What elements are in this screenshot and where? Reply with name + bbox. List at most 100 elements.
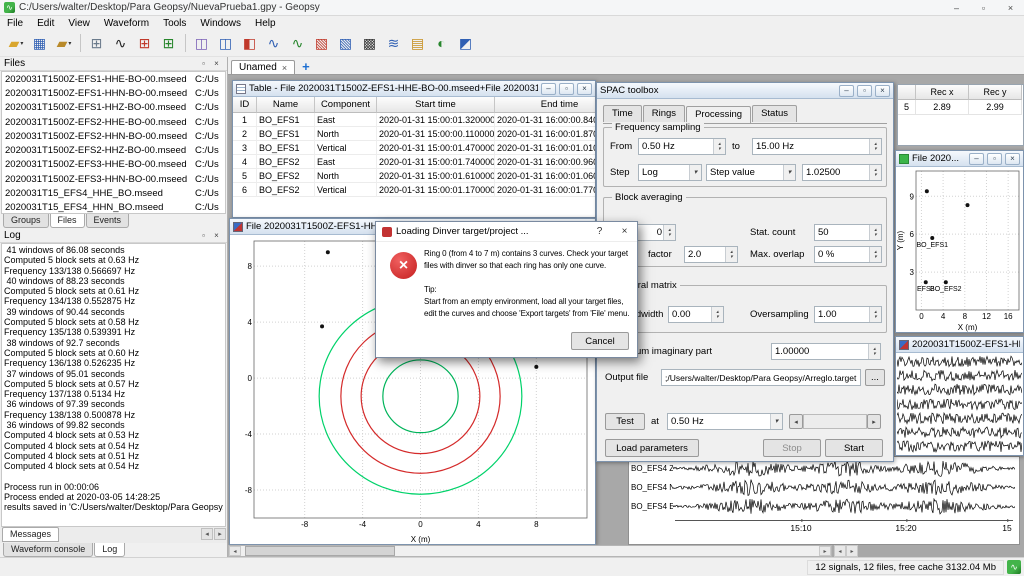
file-row[interactable]: 2020031T1500Z-EFS3-HHN-BO-00.mseed C:/Us	[2, 172, 225, 186]
signal-viewer-icon[interactable]: ∿	[262, 32, 286, 54]
workspace-tab[interactable]: Unamed ×	[231, 60, 295, 74]
table-row[interactable]: 5 BO_EFS2 North 2020-01-31 15:00:01.6100…	[233, 169, 595, 183]
close-button[interactable]: ×	[997, 0, 1024, 15]
tab-processing[interactable]: Processing	[686, 106, 751, 123]
seismogram-trace[interactable]	[673, 460, 1015, 477]
tab-scroll-right-icon[interactable]	[214, 528, 226, 540]
trace-row[interactable]: BO_EFS4 N	[629, 478, 1019, 497]
menu-item[interactable]: View	[61, 16, 97, 30]
seismogram-trace[interactable]	[673, 479, 1015, 496]
imaginary-part-spinner[interactable]: 1.00000	[771, 343, 881, 360]
files-panel-header[interactable]: Files ▫ ×	[0, 57, 227, 71]
minimize-button[interactable]: –	[943, 0, 970, 15]
test-button[interactable]: Test	[605, 413, 645, 430]
spectrum-tool-icon[interactable]: ≋	[382, 32, 406, 54]
stop-button[interactable]: Stop	[763, 439, 821, 457]
file-row[interactable]: 2020031T15_EFS4_HHN_BO.mseed C:/Us	[2, 201, 225, 214]
table-row[interactable]: 6 BO_EFS2 Vertical 2020-01-31 15:00:01.1…	[233, 183, 595, 197]
factor-spinner[interactable]: 2.0	[684, 246, 738, 263]
help-icon[interactable]: ?	[589, 223, 610, 240]
spac-toolbox-window[interactable]: SPAC toolbox – ▫ × Time Rings Processing…	[596, 82, 894, 462]
spac-titlebar[interactable]: SPAC toolbox – ▫ ×	[597, 83, 893, 99]
file-row[interactable]: 2020031T1500Z-EFS2-HHN-BO-00.mseed C:/Us	[2, 129, 225, 143]
import-signals-icon[interactable]: ▰▾	[52, 32, 76, 54]
receiver-row[interactable]: 5 2.89 2.99	[898, 100, 1023, 115]
save-icon[interactable]: ▦	[28, 32, 52, 54]
menu-item[interactable]: Tools	[156, 16, 193, 30]
float-icon[interactable]: ▫	[197, 59, 210, 68]
trace-row[interactable]: BO_EFS4 E	[629, 497, 1019, 516]
table-header[interactable]: ID Name Component Start time End time	[233, 97, 595, 113]
log-output[interactable]: 41 windows of 86.08 secondsComputed 5 bl…	[1, 243, 226, 527]
seismogram-trace[interactable]	[673, 498, 1015, 515]
receivers-table[interactable]: Rec x Rec y 5 2.89 2.99	[897, 84, 1024, 146]
seismogram-traces[interactable]	[896, 353, 1023, 455]
table-row[interactable]: 1 BO_EFS1 East 2020-01-31 15:00:01.32000…	[233, 113, 595, 127]
tab-time[interactable]: Time	[603, 105, 642, 122]
minimize-icon[interactable]: –	[541, 83, 556, 95]
freq-to-spinner[interactable]: 15.00 Hz	[752, 138, 882, 155]
files-list[interactable]: 2020031T1500Z-EFS1-HHE-BO-00.mseed C:/Us…	[1, 71, 226, 214]
file-row[interactable]: 2020031T15_EFS4_HHE_BO.mseed C:/Us	[2, 186, 225, 200]
tab-rings[interactable]: Rings	[643, 105, 685, 122]
file-row[interactable]: 2020031T1500Z-EFS2-HHZ-BO-00.mseed C:/Us	[2, 143, 225, 157]
close-icon[interactable]: ×	[577, 83, 592, 95]
map-window[interactable]: File 2020... – ▫ × 0481216369BO_EFS1EFS3…	[895, 150, 1024, 333]
file-row[interactable]: 2020031T1500Z-EFS1-HHN-BO-00.mseed C:/Us	[2, 86, 225, 100]
tab-close-icon[interactable]: ×	[282, 63, 287, 73]
tool-blue-icon[interactable]: ▧	[334, 32, 358, 54]
tab-events[interactable]: Events	[86, 214, 130, 228]
tab-groups[interactable]: Groups	[3, 214, 49, 228]
log-panel-header[interactable]: Log ▫ ×	[0, 229, 227, 243]
tab-scroll-left-icon[interactable]	[201, 528, 213, 540]
scroll-left-icon[interactable]	[229, 546, 241, 556]
scrollbar-thumb[interactable]	[245, 546, 395, 556]
signal-table[interactable]: 1 BO_EFS1 East 2020-01-31 15:00:01.32000…	[233, 113, 595, 197]
table-row[interactable]: 4 BO_EFS2 East 2020-01-31 15:00:01.74000…	[233, 155, 595, 169]
signal-traces-panel[interactable]: BO_EFS4 Z BO_EFS4 N BO_EFS4 E	[628, 456, 1020, 545]
scroll-right-icon[interactable]	[819, 546, 831, 556]
close-icon[interactable]: ×	[210, 231, 223, 240]
maximize-icon[interactable]: ▫	[987, 153, 1002, 165]
maximize-icon[interactable]: ▫	[857, 85, 872, 97]
seismogram-titlebar[interactable]: 2020031T1500Z-EFS1-HHN-B	[896, 337, 1023, 353]
load-parameters-button[interactable]: Load parameters	[605, 439, 699, 457]
cancel-button[interactable]: Cancel	[571, 332, 629, 350]
test-frequency-select[interactable]: 0.50 Hz	[667, 413, 783, 430]
map-viewer-icon[interactable]: ◫	[214, 32, 238, 54]
close-icon[interactable]: ×	[875, 85, 890, 97]
new-tab-button[interactable]: +	[295, 59, 317, 74]
dinver-warning-dialog[interactable]: Loading Dinver target/project ... ? × Ri…	[375, 221, 638, 358]
freq-from-spinner[interactable]: 0.50 Hz	[638, 138, 726, 155]
step-type-select[interactable]: Log	[638, 164, 702, 181]
close-icon[interactable]: ×	[1005, 153, 1020, 165]
chronogram-icon[interactable]: ◧	[238, 32, 262, 54]
menu-item[interactable]: Edit	[30, 16, 61, 30]
table-red-icon[interactable]: ⊞	[133, 32, 157, 54]
table-row[interactable]: 3 BO_EFS1 Vertical 2020-01-31 15:00:01.4…	[233, 141, 595, 155]
output-file-field[interactable]: ;/Users/walter/Desktop/Para Geopsy/Arreg…	[661, 369, 861, 386]
table-window-titlebar[interactable]: Table - File 2020031T1500Z-EFS1-HHE-BO-0…	[233, 81, 595, 97]
station-map-plot[interactable]: 0481216369BO_EFS1EFS3BO_EFS2X (m)Y (m)	[896, 167, 1023, 332]
subwindow-icon[interactable]: ◫	[190, 32, 214, 54]
next-icon[interactable]	[846, 545, 858, 557]
close-icon[interactable]: ×	[210, 59, 223, 68]
spac-tool-icon[interactable]: ◐	[430, 32, 454, 54]
title-bar[interactable]: C:/Users/walter/Desktop/Para Geopsy/Nuev…	[0, 0, 1024, 16]
seismogram-window[interactable]: 2020031T1500Z-EFS1-HHN-B	[895, 336, 1024, 456]
array-tool-icon[interactable]: ▩	[358, 32, 382, 54]
scroll-right-icon[interactable]: ▸	[867, 414, 881, 429]
menu-item[interactable]: Windows	[193, 16, 248, 30]
table-row[interactable]: 2 BO_EFS1 North 2020-01-31 15:00:00.1100…	[233, 127, 595, 141]
oversampling-spinner[interactable]: 1.00	[814, 306, 882, 323]
step-value-spinner[interactable]: 1.02500	[802, 164, 882, 181]
fk-tool-icon[interactable]: ◩	[454, 32, 478, 54]
receivers-table-header[interactable]: Rec x Rec y	[898, 85, 1023, 100]
signal-green-icon[interactable]: ∿	[286, 32, 310, 54]
tab-log[interactable]: Log	[94, 543, 125, 557]
maximize-button[interactable]: ▫	[970, 0, 997, 15]
tool-red-icon[interactable]: ▧	[310, 32, 334, 54]
prev-icon[interactable]	[834, 545, 846, 557]
dialog-titlebar[interactable]: Loading Dinver target/project ... ? ×	[376, 222, 637, 242]
horizontal-scrollbar[interactable]	[228, 545, 832, 557]
